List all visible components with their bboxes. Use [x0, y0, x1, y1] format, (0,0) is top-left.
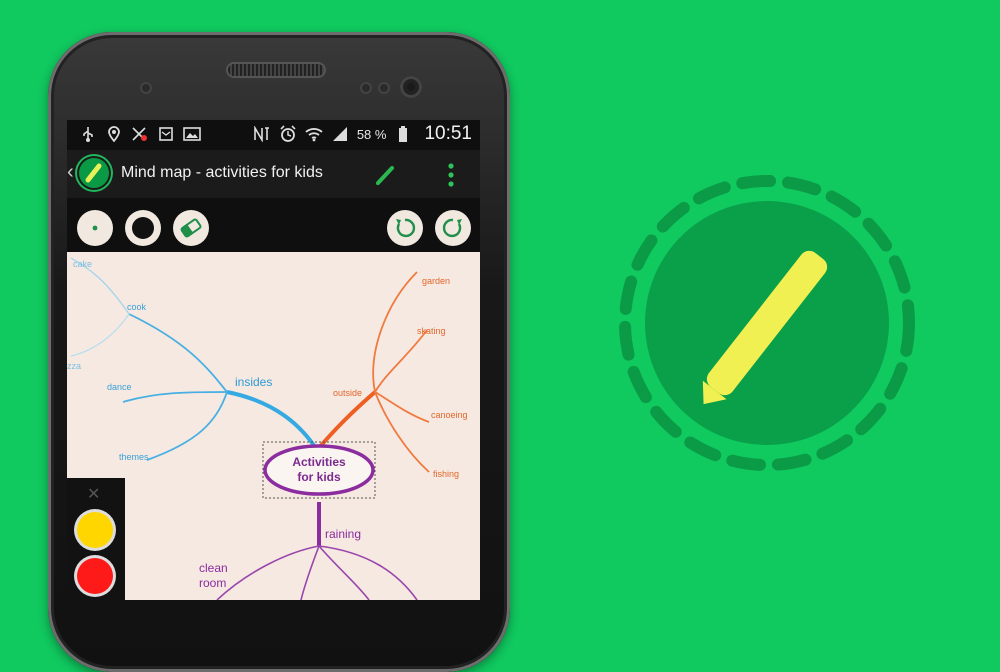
node-pizza[interactable]: zza	[67, 361, 81, 371]
back-chevron-icon[interactable]: ‹	[67, 161, 74, 184]
wifi-icon	[305, 125, 323, 143]
eraser-button[interactable]	[173, 210, 209, 246]
branch-garden	[372, 271, 418, 393]
close-icon[interactable]: ✕	[87, 484, 100, 504]
branch-insides	[226, 390, 319, 452]
redo-button[interactable]	[435, 210, 471, 246]
app-bar: ‹ Mind map - activities for kids	[67, 150, 480, 198]
branch-outside	[315, 390, 377, 452]
mindmap-canvas[interactable]: Activities for kids cake cook zza dance …	[67, 252, 480, 600]
signal-icon	[331, 125, 349, 143]
branch-themes	[146, 391, 228, 461]
light-sensor	[378, 82, 390, 94]
central-node-line2: for kids	[297, 470, 341, 484]
alarm-icon	[279, 125, 297, 143]
branch-sub	[300, 545, 320, 600]
branch-skating	[374, 329, 428, 393]
node-cake[interactable]: cake	[73, 259, 92, 269]
missed-call-icon	[131, 125, 149, 143]
phone-screen: 58 % 10:51 ‹ Mind map - activities for k…	[67, 120, 480, 600]
node-outside[interactable]: outside	[333, 388, 362, 398]
branch-dance	[122, 391, 228, 403]
nfc-icon	[253, 125, 271, 143]
branch-sub	[318, 545, 370, 600]
branch-pizza	[70, 313, 130, 357]
status-clock: 10:51	[424, 123, 472, 144]
overflow-menu-icon[interactable]	[443, 162, 459, 188]
branch-fishing	[374, 391, 430, 473]
battery-icon	[394, 125, 412, 143]
branch-cook	[128, 313, 228, 393]
branch-canoeing	[374, 391, 430, 423]
mail-icon	[157, 125, 175, 143]
location-icon	[105, 125, 123, 143]
battery-percent: 58 %	[356, 126, 387, 142]
node-insides[interactable]: insides	[235, 375, 272, 389]
node-cook[interactable]: cook	[127, 302, 147, 312]
node-dance[interactable]: dance	[107, 382, 132, 392]
app-logo-icon[interactable]	[79, 158, 109, 188]
usb-icon	[79, 125, 97, 143]
earpiece-speaker	[226, 62, 326, 78]
node-skating[interactable]: skating	[417, 326, 446, 336]
branch-sub	[318, 545, 418, 600]
swatch-yellow[interactable]	[77, 512, 113, 548]
pencil-icon[interactable]	[373, 162, 399, 188]
node-clean-room-line1[interactable]: clean	[199, 561, 228, 575]
small-brush-button[interactable]	[77, 210, 113, 246]
page-title: Mind map - activities for kids	[121, 164, 323, 181]
node-garden[interactable]: garden	[422, 276, 450, 286]
node-clean-room-line2[interactable]: room	[199, 576, 226, 590]
large-brush-button[interactable]	[125, 210, 161, 246]
image-icon	[183, 125, 201, 143]
proximity-sensor	[140, 82, 152, 94]
drawing-toolbar	[67, 198, 480, 252]
light-sensor	[360, 82, 372, 94]
front-camera	[400, 76, 422, 98]
central-node-line1: Activities	[292, 455, 346, 469]
node-fishing[interactable]: fishing	[433, 469, 459, 479]
undo-button[interactable]	[387, 210, 423, 246]
node-canoeing[interactable]: canoeing	[431, 410, 468, 420]
app-logo-large-icon	[612, 168, 922, 478]
node-raining[interactable]: raining	[325, 527, 361, 541]
color-palette: ✕	[67, 478, 125, 600]
status-bar: 58 % 10:51	[67, 120, 480, 150]
node-themes[interactable]: themes	[119, 452, 149, 462]
swatch-red[interactable]	[77, 558, 113, 594]
